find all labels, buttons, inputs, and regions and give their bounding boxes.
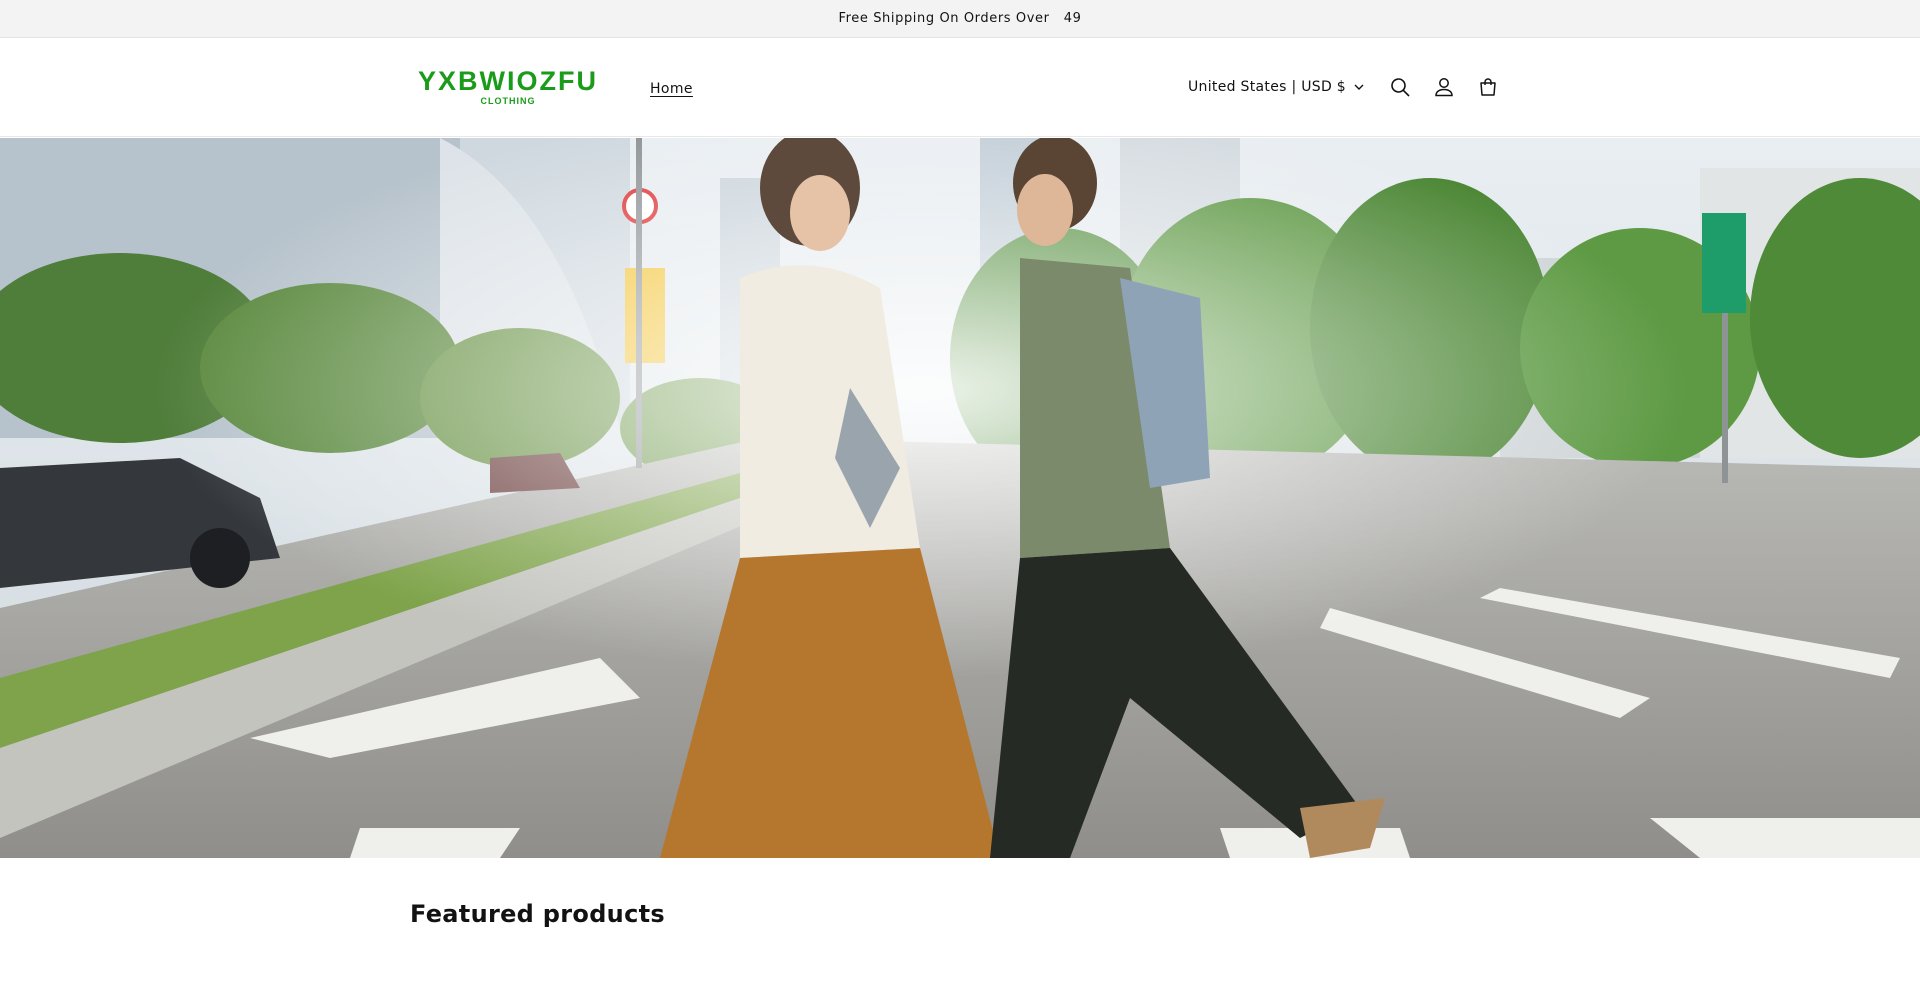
search-button[interactable] bbox=[1378, 65, 1422, 109]
account-button[interactable] bbox=[1422, 65, 1466, 109]
country-currency-selector[interactable]: United States | USD $ bbox=[1188, 79, 1364, 95]
hero-banner[interactable] bbox=[0, 138, 1920, 858]
main-nav: Home bbox=[650, 78, 693, 97]
nav-item-home[interactable]: Home bbox=[650, 81, 693, 97]
hero-image bbox=[0, 138, 1920, 858]
chevron-down-icon bbox=[1354, 84, 1364, 90]
announcement-text: Free Shipping On Orders Over 49 bbox=[838, 11, 1082, 26]
cart-button[interactable] bbox=[1466, 65, 1510, 109]
search-icon bbox=[1391, 78, 1410, 97]
account-icon bbox=[1435, 78, 1453, 97]
featured-products-heading: Featured products bbox=[410, 900, 665, 928]
site-header: YXBWIOZFU CLOTHING Home United States | … bbox=[0, 38, 1920, 137]
announcement-bar: Free Shipping On Orders Over 49 bbox=[0, 0, 1920, 38]
cart-icon bbox=[1480, 78, 1496, 96]
logo-tagline: CLOTHING bbox=[480, 96, 536, 106]
currency-label: United States | USD $ bbox=[1188, 79, 1346, 95]
site-logo[interactable]: YXBWIOZFU CLOTHING bbox=[418, 66, 598, 106]
logo-wordmark: YXBWIOZFU bbox=[418, 66, 598, 96]
